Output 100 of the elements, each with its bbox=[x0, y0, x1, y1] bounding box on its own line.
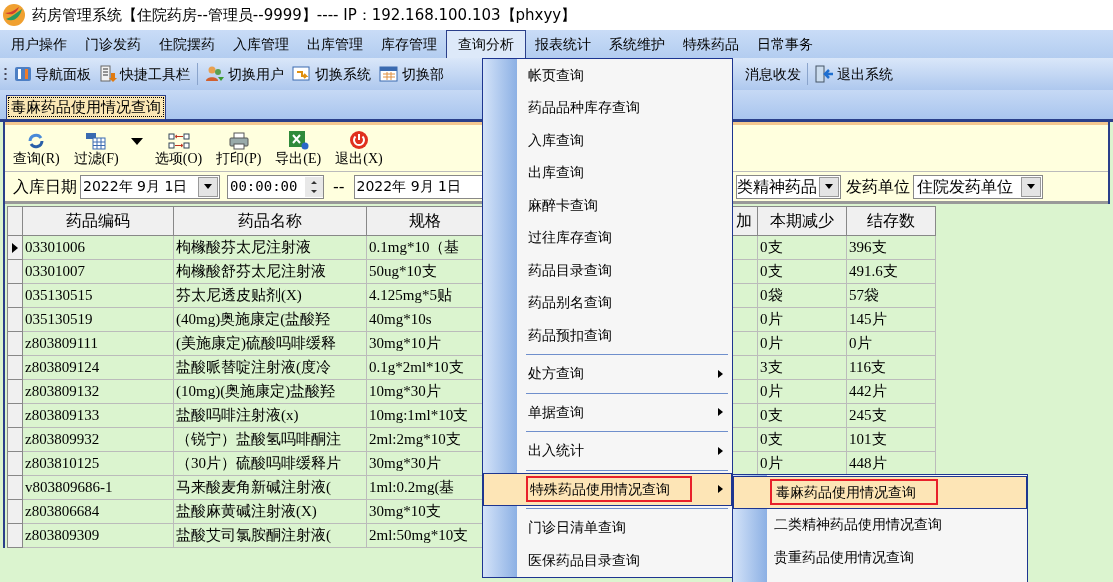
action-button[interactable]: 选项(O) bbox=[154, 132, 203, 168]
action-button[interactable]: 查询(R) bbox=[13, 132, 60, 168]
menu-item[interactable]: 药品品种库存查询 bbox=[483, 91, 732, 124]
list-arrow-icon bbox=[99, 65, 117, 83]
table-cell: 0袋 bbox=[758, 284, 847, 308]
action-button[interactable]: 过滤(F) bbox=[73, 132, 119, 168]
menu-item[interactable]: 门诊日清单查询 bbox=[483, 511, 732, 544]
column-header[interactable]: 规格 bbox=[367, 206, 483, 236]
toolbar-button[interactable]: 导航面板 bbox=[13, 63, 92, 85]
table-cell: 0片 bbox=[758, 308, 847, 332]
spin-arrows-icon bbox=[305, 176, 323, 197]
column-header[interactable]: 药品编码 bbox=[23, 206, 174, 236]
grid-icon bbox=[85, 132, 108, 150]
menu-item[interactable]: 住院摆药 bbox=[150, 30, 224, 58]
menu-item[interactable]: 入库管理 bbox=[224, 30, 298, 58]
printer-icon bbox=[227, 132, 250, 150]
time-spinner[interactable]: 00:00:00 bbox=[227, 174, 324, 199]
column-header[interactable]: 本期减少 bbox=[758, 206, 847, 236]
dropdown-arrow-icon bbox=[824, 184, 833, 189]
toolbar-button[interactable]: 切换系统 bbox=[291, 63, 372, 85]
table-cell: 0片 bbox=[847, 332, 936, 356]
menu-item[interactable]: 毒麻药品使用情况查询 bbox=[733, 476, 1027, 509]
submenu-item[interactable]: 出入统计 bbox=[483, 434, 732, 467]
toolbar-button[interactable]: 消息收发 bbox=[745, 63, 801, 85]
row-indicator[interactable] bbox=[7, 236, 23, 260]
table-cell: 116支 bbox=[847, 356, 936, 380]
table-cell: 57袋 bbox=[847, 284, 936, 308]
column-header[interactable]: 结存数 bbox=[847, 206, 936, 236]
unit-combo[interactable]: 住院发药单位 bbox=[912, 174, 1043, 199]
tools-icon bbox=[14, 65, 32, 83]
menu-item[interactable]: 药品目录查询 bbox=[483, 254, 732, 287]
action-button[interactable]: 退出(X) bbox=[335, 130, 383, 168]
menu-item[interactable]: 入库查询 bbox=[483, 124, 732, 157]
menu-item[interactable]: 查询分析 bbox=[446, 30, 526, 58]
menu-item[interactable]: 出库管理 bbox=[298, 30, 372, 58]
date-value: 2022年 9月 1日 bbox=[356, 177, 461, 196]
combo-value: 类精神药品 bbox=[736, 175, 817, 198]
menu-item[interactable]: 特殊药品 bbox=[674, 30, 748, 58]
date-picker[interactable]: 2022年 9月 1日 bbox=[80, 174, 220, 199]
dropdown-arrow-icon bbox=[204, 184, 212, 189]
submenu-arrow-icon bbox=[718, 408, 723, 417]
column-header[interactable]: 药品名称 bbox=[174, 206, 367, 236]
table-cell: z803809111 bbox=[23, 332, 174, 356]
dropdown-arrow-icon bbox=[1026, 184, 1035, 189]
menu-item[interactable]: 日常事务 bbox=[748, 30, 822, 58]
table-cell: (40mg)奥施康定(盐酸羟 bbox=[174, 308, 367, 332]
menu-item[interactable]: 用户操作 bbox=[2, 30, 76, 58]
table-cell: 03301007 bbox=[23, 260, 174, 284]
date-label: 入库日期 bbox=[13, 175, 77, 198]
table-cell: 0支 bbox=[758, 404, 847, 428]
menu-item[interactable]: 库存管理 bbox=[372, 30, 446, 58]
caret-icon bbox=[130, 138, 143, 145]
submenu-item[interactable]: 单据查询 bbox=[483, 396, 732, 429]
submenu-item[interactable]: 处方查询 bbox=[483, 357, 732, 390]
toolbar-button[interactable]: 退出系统 bbox=[814, 63, 893, 85]
toolbar-button[interactable]: 快捷工具栏 bbox=[98, 63, 191, 85]
submenu-arrow-icon bbox=[718, 369, 723, 378]
column-header[interactable]: 加 bbox=[731, 206, 758, 236]
menu-item[interactable]: 药品预扣查询 bbox=[483, 319, 732, 352]
submenu-arrow-icon bbox=[718, 446, 723, 455]
dropdown-button[interactable] bbox=[128, 136, 145, 147]
menu-item[interactable]: 贵重药品使用情况查询 bbox=[733, 541, 1027, 574]
submenu-item[interactable]: 特殊药品使用情况查询 bbox=[483, 473, 732, 506]
calendar-icon bbox=[379, 65, 399, 83]
table-cell: z803809132 bbox=[23, 380, 174, 404]
table-cell: z803809124 bbox=[23, 356, 174, 380]
current-row-icon bbox=[12, 242, 18, 253]
spreadsheet-icon bbox=[287, 130, 310, 150]
action-button[interactable]: 打印(P) bbox=[216, 132, 262, 168]
app-logo-icon bbox=[2, 3, 26, 27]
table-cell: 0片 bbox=[758, 332, 847, 356]
table-cell: 盐酸吗啡注射液(x) bbox=[174, 404, 367, 428]
table-cell: z803810125 bbox=[23, 452, 174, 476]
menu-item[interactable]: 帐页查询 bbox=[483, 59, 732, 92]
header-corner bbox=[7, 206, 23, 236]
toolbar-button[interactable]: 切换用户 bbox=[204, 63, 285, 85]
table-cell: (10mg)(奥施康定)盐酸羟 bbox=[174, 380, 367, 404]
menu-item[interactable]: 药品别名查询 bbox=[483, 286, 732, 319]
table-cell: 035130519 bbox=[23, 308, 174, 332]
menu-item[interactable]: 二类精神药品使用情况查询 bbox=[733, 508, 1027, 541]
menu-item[interactable]: 医保药品目录查询 bbox=[483, 544, 732, 577]
table-cell: 盐酸哌替啶注射液(度冷 bbox=[174, 356, 367, 380]
table-cell: （30片）硫酸吗啡缓释片 bbox=[174, 452, 367, 476]
power-icon bbox=[348, 130, 369, 150]
menu-item[interactable]: 门诊发药 bbox=[76, 30, 150, 58]
menu-item[interactable]: 系统维护 bbox=[600, 30, 674, 58]
range-separator: -- bbox=[333, 175, 345, 198]
table-cell: (美施康定)硫酸吗啡缓释 bbox=[174, 332, 367, 356]
document-tab[interactable]: 毒麻药品使用情况查询 bbox=[6, 95, 166, 119]
category-combo[interactable]: 类精神药品 bbox=[735, 174, 841, 199]
window-title: 药房管理系统【住院药房--管理员--9999】---- IP：192.168.100.103【phxyy】 bbox=[32, 4, 577, 26]
toolbar-button[interactable]: 切换部 bbox=[378, 63, 445, 85]
table-cell: 马来酸麦角新碱注射液( bbox=[174, 476, 367, 500]
table-cell: 396支 bbox=[847, 236, 936, 260]
menu-item[interactable]: 过往库存查询 bbox=[483, 221, 732, 254]
table-cell: （锐宁）盐酸氢吗啡酮注 bbox=[174, 428, 367, 452]
exit-door-icon bbox=[814, 65, 834, 83]
menu-item[interactable]: 报表统计 bbox=[526, 30, 600, 58]
table-cell: 101支 bbox=[847, 428, 936, 452]
action-button[interactable]: 导出(E) bbox=[275, 130, 322, 168]
